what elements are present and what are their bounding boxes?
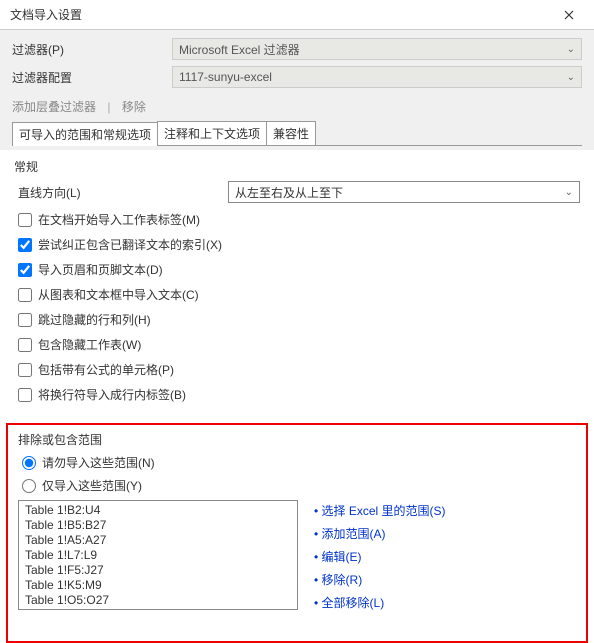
checkbox-row-header-footer: 导入页眉和页脚文本(D) bbox=[18, 261, 580, 278]
range-listbox[interactable]: Table 1!B2:U4 Table 1!B5:B27 Table 1!A5:… bbox=[18, 500, 298, 610]
checkbox-label: 尝试纠正包含已翻译文本的索引(X) bbox=[38, 236, 222, 253]
list-item[interactable]: Table 1!K5:M9 bbox=[25, 578, 291, 593]
add-range-link[interactable]: 添加范围(A) bbox=[314, 525, 576, 542]
direction-value: 从左至右及从上至下 bbox=[235, 184, 343, 201]
filter-config-value: 1117-sunyu-excel bbox=[179, 70, 272, 84]
tab-compatibility[interactable]: 兼容性 bbox=[266, 121, 316, 145]
list-item[interactable]: Table 1!A5:A27 bbox=[25, 533, 291, 548]
separator: | bbox=[107, 100, 110, 114]
checkbox-label: 从图表和文本框中导入文本(C) bbox=[38, 286, 199, 303]
checkbox-row-skip-hidden: 跳过隐藏的行和列(H) bbox=[18, 311, 580, 328]
filter-label: 过滤器(P) bbox=[12, 41, 172, 58]
checkbox-label: 导入页眉和页脚文本(D) bbox=[38, 261, 163, 278]
checkbox-label: 包含隐藏工作表(W) bbox=[38, 336, 141, 353]
filter-config-select[interactable]: 1117-sunyu-excel ⌄ bbox=[172, 66, 582, 88]
checkbox-include-hidden-sheets[interactable] bbox=[18, 338, 32, 352]
chevron-down-icon: ⌄ bbox=[565, 187, 573, 198]
select-excel-range-link[interactable]: 选择 Excel 里的范围(S) bbox=[314, 502, 576, 519]
list-item[interactable]: Table 1!L7:L9 bbox=[25, 548, 291, 563]
checkbox-fix-index[interactable] bbox=[18, 238, 32, 252]
checkbox-row-sheet-labels: 在文档开始导入工作表标签(M) bbox=[18, 211, 580, 228]
direction-row: 直线方向(L) 从左至右及从上至下 ⌄ bbox=[14, 181, 580, 203]
radio-label: 请勿导入这些范围(N) bbox=[42, 454, 155, 471]
tab-import-range[interactable]: 可导入的范围和常规选项 bbox=[12, 122, 158, 146]
chevron-down-icon: ⌄ bbox=[567, 72, 575, 83]
checkbox-list: 在文档开始导入工作表标签(M) 尝试纠正包含已翻译文本的索引(X) 导入页眉和页… bbox=[14, 211, 580, 403]
checkbox-label: 在文档开始导入工作表标签(M) bbox=[38, 211, 200, 228]
filter-row: 过滤器(P) Microsoft Excel 过滤器 ⌄ bbox=[12, 38, 582, 60]
filter-config-label: 过滤器配置 bbox=[12, 69, 172, 86]
range-actions: 选择 Excel 里的范围(S) 添加范围(A) 编辑(E) 移除(R) 全部移… bbox=[314, 500, 576, 617]
radio-row-exclude: 请勿导入这些范围(N) bbox=[18, 454, 576, 471]
checkbox-sheet-labels[interactable] bbox=[18, 213, 32, 227]
checkbox-linebreak-inline[interactable] bbox=[18, 388, 32, 402]
add-cascade-filter-link[interactable]: 添加层叠过滤器 bbox=[12, 100, 96, 114]
radio-list: 请勿导入这些范围(N) 仅导入这些范围(Y) bbox=[18, 454, 576, 494]
titlebar: 文档导入设置 bbox=[0, 0, 594, 30]
tabs: 可导入的范围和常规选项 注释和上下文选项 兼容性 bbox=[12, 121, 582, 146]
checkbox-header-footer[interactable] bbox=[18, 263, 32, 277]
radio-exclude[interactable] bbox=[22, 456, 36, 470]
checkbox-label: 包括带有公式的单元格(P) bbox=[38, 361, 174, 378]
checkbox-row-include-hidden-sheets: 包含隐藏工作表(W) bbox=[18, 336, 580, 353]
radio-row-include-only: 仅导入这些范围(Y) bbox=[18, 477, 576, 494]
window-title: 文档导入设置 bbox=[10, 6, 82, 23]
checkbox-label: 跳过隐藏的行和列(H) bbox=[38, 311, 151, 328]
edit-range-link[interactable]: 编辑(E) bbox=[314, 548, 576, 565]
remove-all-ranges-link[interactable]: 全部移除(L) bbox=[314, 594, 576, 611]
range-area: Table 1!B2:U4 Table 1!B5:B27 Table 1!A5:… bbox=[18, 500, 576, 617]
top-section: 过滤器(P) Microsoft Excel 过滤器 ⌄ 过滤器配置 1117-… bbox=[0, 30, 594, 150]
filter-select[interactable]: Microsoft Excel 过滤器 ⌄ bbox=[172, 38, 582, 60]
list-item[interactable]: Table 1!B2:U4 bbox=[25, 503, 291, 518]
checkbox-include-formula[interactable] bbox=[18, 363, 32, 377]
checkbox-label: 将换行符导入成行内标签(B) bbox=[38, 386, 186, 403]
close-icon bbox=[564, 10, 574, 20]
direction-select[interactable]: 从左至右及从上至下 ⌄ bbox=[228, 181, 580, 203]
filter-config-row: 过滤器配置 1117-sunyu-excel ⌄ bbox=[12, 66, 582, 88]
tab-comments-context[interactable]: 注释和上下文选项 bbox=[157, 121, 267, 145]
list-item[interactable]: Table 1!O5:O27 bbox=[25, 593, 291, 608]
chevron-down-icon: ⌄ bbox=[567, 44, 575, 55]
radio-label: 仅导入这些范围(Y) bbox=[42, 477, 142, 494]
list-item[interactable]: Table 1!F5:J27 bbox=[25, 563, 291, 578]
filter-links: 添加层叠过滤器 | 移除 bbox=[12, 94, 582, 119]
remove-range-link[interactable]: 移除(R) bbox=[314, 571, 576, 588]
checkbox-row-linebreak-inline: 将换行符导入成行内标签(B) bbox=[18, 386, 580, 403]
checkbox-row-charts-textbox: 从图表和文本框中导入文本(C) bbox=[18, 286, 580, 303]
direction-label: 直线方向(L) bbox=[18, 184, 228, 201]
range-section-title: 排除或包含范围 bbox=[18, 431, 576, 448]
checkbox-row-fix-index: 尝试纠正包含已翻译文本的索引(X) bbox=[18, 236, 580, 253]
filter-value: Microsoft Excel 过滤器 bbox=[179, 41, 300, 58]
radio-include-only[interactable] bbox=[22, 479, 36, 493]
remove-filter-link[interactable]: 移除 bbox=[122, 100, 146, 114]
checkbox-row-include-formula: 包括带有公式的单元格(P) bbox=[18, 361, 580, 378]
checkbox-charts-textbox[interactable] bbox=[18, 288, 32, 302]
range-section: 排除或包含范围 请勿导入这些范围(N) 仅导入这些范围(Y) Table 1!B… bbox=[6, 423, 588, 643]
list-item[interactable]: Table 1!B5:B27 bbox=[25, 518, 291, 533]
panel-general: 常规 直线方向(L) 从左至右及从上至下 ⌄ 在文档开始导入工作表标签(M) 尝… bbox=[0, 150, 594, 419]
close-button[interactable] bbox=[554, 0, 584, 30]
checkbox-skip-hidden[interactable] bbox=[18, 313, 32, 327]
general-title: 常规 bbox=[14, 158, 580, 175]
